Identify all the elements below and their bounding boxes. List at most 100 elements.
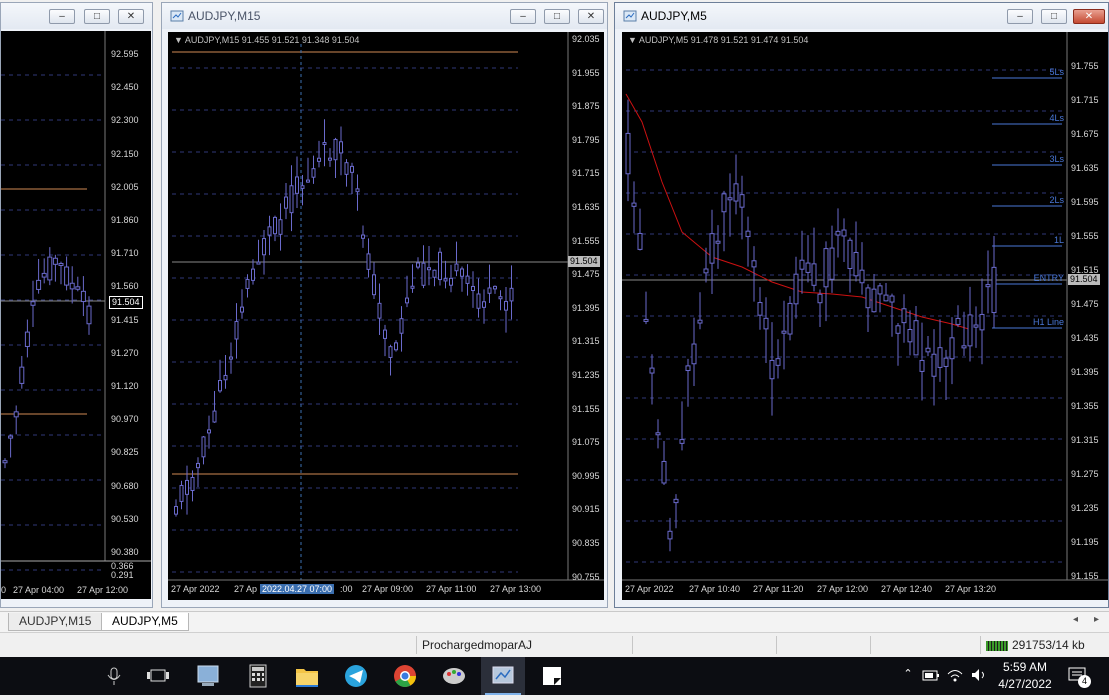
tab-audjpy-m5[interactable]: AUDJPY,M5 (101, 613, 189, 631)
close-button[interactable]: ✕ (118, 9, 144, 24)
candle-body (504, 300, 508, 311)
candle-body (41, 272, 47, 278)
time-label: 27 Apr 13:00 (490, 584, 542, 594)
candle-body (394, 342, 398, 351)
price-tick-label: 91.395 (1071, 367, 1099, 377)
minimize-button[interactable]: – (49, 9, 75, 24)
candle-body (493, 285, 497, 290)
candle-body (300, 185, 305, 189)
time-label: 27 Apr 2022 (171, 584, 220, 594)
price-tick-label: 91.395 (572, 302, 600, 313)
metatrader-icon[interactable] (481, 657, 525, 695)
time-label: 27 Apr 04:00 (13, 585, 65, 595)
candle-body (207, 429, 211, 434)
price-tick-label: 92.300 (111, 115, 139, 126)
connection-bars-icon (986, 640, 1008, 651)
price-tick-label: 91.435 (1071, 333, 1099, 343)
candle-body (727, 197, 733, 201)
chart-canvas-m5[interactable]: ▼ AUDJPY,M5 91.478 91.521 91.474 91.504 … (622, 32, 1108, 600)
price-tick-label: 91.675 (1071, 129, 1099, 139)
candle-body (212, 410, 217, 423)
show-hidden-icons[interactable]: ⌃ (900, 667, 916, 680)
candle-body (835, 230, 841, 236)
task-view-icon[interactable] (136, 657, 180, 695)
close-button[interactable]: ✕ (578, 9, 604, 24)
telegram-icon[interactable] (334, 657, 378, 695)
candle-body (482, 301, 486, 308)
candle-body (86, 305, 92, 325)
candle-body (251, 268, 255, 281)
candle-body (30, 301, 36, 306)
collapse-arrow-icon[interactable]: ▼ (628, 35, 639, 45)
level-label: 5Ls (1049, 67, 1064, 77)
price-tick-label: 91.595 (1071, 197, 1099, 207)
price-tick-label: 90.380 (111, 547, 139, 557)
price-tick-label: 91.635 (1071, 163, 1099, 173)
candle-body (865, 287, 871, 309)
candle-body (317, 157, 321, 162)
maximize-button[interactable]: □ (544, 9, 570, 24)
microphone-icon[interactable] (92, 657, 136, 695)
candle-body (955, 317, 961, 325)
price-tick-label: 91.560 (111, 281, 139, 292)
battery-icon[interactable] (922, 668, 940, 681)
maximize-button[interactable]: □ (84, 9, 110, 24)
wifi-icon[interactable] (946, 667, 964, 686)
candle-body (306, 179, 310, 183)
notes-icon[interactable] (530, 657, 574, 695)
candle-body (889, 295, 895, 303)
time-label: 27 Apr 2022 (625, 584, 674, 594)
candle-body (739, 194, 745, 208)
price-tick-label: 91.355 (1071, 401, 1099, 411)
current-price-tag: 91.504 (568, 256, 600, 267)
candle-body (709, 233, 715, 264)
volume-icon[interactable] (970, 667, 988, 686)
scroll-right-icon[interactable]: ▸ (1094, 614, 1099, 625)
candle-body (295, 176, 299, 194)
scroll-left-icon[interactable]: ◂ (1073, 614, 1078, 625)
close-button[interactable]: ✕ (1073, 9, 1105, 24)
candle-body (667, 530, 673, 540)
file-explorer-icon[interactable] (285, 657, 329, 695)
clock-date[interactable]: 4/27/2022 (996, 677, 1054, 691)
candle-body (273, 216, 277, 235)
price-tick-label: 92.595 (111, 49, 139, 59)
candlestick-chart (168, 32, 604, 581)
candle-body (229, 356, 233, 360)
chart-window-icon (623, 10, 637, 22)
candle-body (328, 157, 332, 161)
candle-body (817, 293, 823, 304)
collapse-arrow-icon[interactable]: ▼ (174, 35, 185, 45)
price-tick-label: 92.035 (572, 34, 600, 44)
price-tick-label: 91.955 (572, 67, 600, 78)
candle-body (787, 302, 793, 335)
current-price-tag: 91.504 (1068, 274, 1100, 285)
tab-audjpy-m15[interactable]: AUDJPY,M15 (8, 613, 103, 631)
price-tick-label: 92.450 (111, 82, 139, 93)
candle-body (350, 165, 354, 173)
price-tick-label: 91.635 (572, 202, 600, 212)
chrome-icon[interactable] (383, 657, 427, 695)
time-label: 27 Ap (234, 584, 258, 594)
price-tick-label: 91.270 (111, 347, 139, 358)
candle-body (388, 346, 393, 358)
clock-time[interactable]: 5:59 AM (996, 660, 1054, 674)
candle-body (460, 268, 464, 277)
candle-body (284, 196, 288, 209)
minimize-button[interactable]: – (510, 9, 536, 24)
paint-icon[interactable] (432, 657, 476, 695)
chart-canvas-m15[interactable]: ▼ AUDJPY,M15 91.455 91.521 91.348 91.504… (168, 32, 604, 600)
mt4-icon[interactable] (186, 657, 230, 695)
time-label: 27 Apr 12:40 (881, 584, 933, 594)
title-bar: AUDJPY,M5 – □ ✕ (615, 3, 1108, 29)
calculator-icon[interactable] (236, 657, 280, 695)
status-cell (870, 636, 976, 654)
chart-canvas-left[interactable]: 92.595 92.450 92.300 92.150 92.005 91.860 91.7… (1, 31, 151, 599)
candle-body (703, 268, 709, 274)
maximize-button[interactable]: □ (1041, 9, 1067, 24)
candle-body (631, 202, 637, 207)
level-label: 2Ls (1049, 195, 1064, 205)
time-label: 27 Apr 12:00 (817, 584, 869, 594)
chart-window-icon (170, 10, 184, 22)
minimize-button[interactable]: – (1007, 9, 1033, 24)
